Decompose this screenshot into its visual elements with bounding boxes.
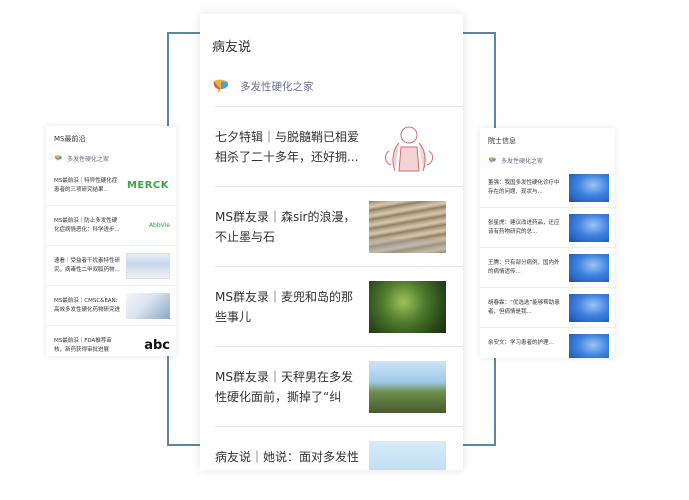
list-item[interactable]: MS最前沿｜特异性硬化症患者的三项研究结果... MERCK — [46, 166, 176, 206]
list-item[interactable]: 病友说｜她说：面对多发性硬化，最值得的事是珍惜... — [215, 427, 463, 470]
article-title: 张星虎：建议改进药品，还应该有药物研究的总... — [488, 219, 560, 235]
left-card-title: MS最前沿 — [54, 135, 86, 143]
list-item[interactable]: 王腾：只有部分病例，国内外的病情遗传... — [480, 248, 615, 288]
article-title: MS最前沿｜FDA推荐审核，新药获得审批进展 — [54, 337, 112, 353]
article-title: 董强：我国多发性硬化诊疗中存在的问题、现状与... — [488, 179, 560, 195]
left-card-source-name: 多发性硬化之家 — [67, 155, 110, 163]
account-logo-icon — [55, 154, 62, 162]
article-title: 病友说｜她说：面对多发性硬化，最值得的事是珍惜... — [215, 449, 360, 471]
main-card-source-name: 多发性硬化之家 — [240, 80, 314, 93]
left-card-source[interactable]: 多发性硬化之家 — [46, 146, 176, 166]
article-thumbnail — [569, 253, 609, 282]
list-item[interactable]: 余安文：学习患者的护理... — [480, 328, 615, 358]
article-title: MS群友录｜森sir的浪漫，不止墨与石 — [215, 209, 356, 244]
article-thumbnail — [369, 280, 446, 333]
main-card-title: 病友说 — [212, 40, 252, 55]
main-preview-card[interactable]: 病友说 多发性硬化之家 七夕特辑｜与脱髓鞘已相爱相杀了二十多年，还好拥... M… — [200, 14, 463, 470]
article-title: 七夕特辑｜与脱髓鞘已相爱相杀了二十多年，还好拥... — [215, 129, 360, 164]
account-logo-icon — [213, 79, 229, 93]
article-thumbnail: MERCK — [126, 180, 170, 191]
article-title: MS群友录｜麦兜和岛的那些事儿 — [215, 289, 353, 324]
article-thumbnail — [569, 293, 609, 322]
article-thumbnail — [369, 360, 446, 413]
right-preview-card[interactable]: 院士信息 多发性硬化之家 董强：我国多发性硬化诊疗中存在的问题、现状与... 张… — [480, 128, 615, 358]
list-item[interactable]: MS最前沿｜CMSC&EAN:高效多发性硬化药物研究进展 — [46, 286, 176, 326]
list-item[interactable]: 速看｜受益者干扰素特性研究，病毒性二甲双胍药物... — [46, 246, 176, 286]
list-item[interactable]: MS最前沿｜FDA推荐审核，新药获得审批进展 abc — [46, 326, 176, 356]
left-preview-card[interactable]: MS最前沿 多发性硬化之家 MS最前沿｜特异性硬化症患者的三项研究结果... M… — [46, 126, 176, 356]
article-title: MS最前沿｜CMSC&EAN:高效多发性硬化药物研究进展 — [54, 297, 120, 313]
list-item[interactable]: 七夕特辑｜与脱髓鞘已相爱相杀了二十多年，还好拥... — [215, 107, 463, 187]
article-title: MS最前沿｜特异性硬化症患者的三项研究结果... — [54, 177, 118, 193]
article-thumbnail — [126, 252, 170, 279]
article-thumbnail — [369, 200, 446, 253]
list-item[interactable]: 胡春霖：“优选选”能够帮助患者，但病情是我... — [480, 288, 615, 328]
account-logo-icon — [489, 156, 496, 164]
right-card-source-name: 多发性硬化之家 — [501, 157, 544, 165]
article-thumbnail — [369, 120, 446, 173]
article-title: 胡春霖：“优选选”能够帮助患者，但病情是我... — [488, 299, 560, 315]
list-item[interactable]: 张星虎：建议改进药品，还应该有药物研究的总... — [480, 208, 615, 248]
main-card-source[interactable]: 多发性硬化之家 — [200, 62, 463, 100]
article-title: 王腾：只有部分病例，国内外的病情遗传... — [488, 259, 560, 275]
article-thumbnail: abc — [144, 337, 170, 353]
list-item[interactable]: MS最前沿｜防止多发性硬化症病情恶化：科学进步... AbbVie — [46, 206, 176, 246]
list-item[interactable]: MS群友录｜森sir的浪漫，不止墨与石 — [215, 187, 463, 267]
right-card-source[interactable]: 多发性硬化之家 — [480, 148, 615, 168]
article-title: 余安文：学习患者的护理... — [488, 339, 554, 346]
list-item[interactable]: MS群友录｜天秤男在多发性硬化面前，撕掉了“纠结... — [215, 347, 463, 427]
list-item[interactable]: MS群友录｜麦兜和岛的那些事儿 — [215, 267, 463, 347]
article-thumbnail — [569, 173, 609, 202]
article-thumbnail — [569, 213, 609, 242]
article-list: 七夕特辑｜与脱髓鞘已相爱相杀了二十多年，还好拥... MS群友录｜森sir的浪漫… — [215, 106, 463, 470]
article-thumbnail — [126, 292, 170, 319]
list-item[interactable]: 董强：我国多发性硬化诊疗中存在的问题、现状与... — [480, 168, 615, 208]
article-thumbnail — [569, 333, 609, 358]
article-title: 速看｜受益者干扰素特性研究，病毒性二甲双胍药物... — [54, 257, 120, 273]
right-card-title: 院士信息 — [488, 137, 516, 145]
article-thumbnail — [369, 440, 446, 470]
article-thumbnail: AbbVie — [148, 222, 170, 229]
article-title: MS最前沿｜防止多发性硬化症病情恶化：科学进步... — [54, 217, 120, 233]
article-title: MS群友录｜天秤男在多发性硬化面前，撕掉了“纠结... — [215, 369, 353, 404]
